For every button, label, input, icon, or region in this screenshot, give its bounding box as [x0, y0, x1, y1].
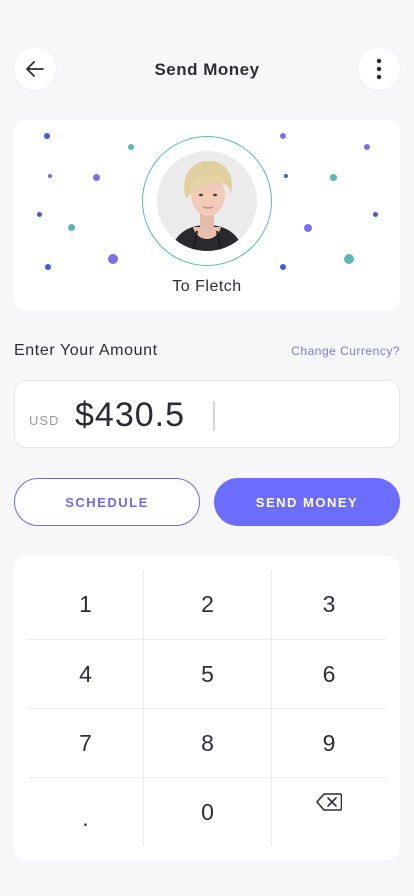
decor-dot — [373, 212, 378, 217]
avatar-photo — [157, 151, 257, 251]
avatar[interactable] — [157, 151, 257, 251]
page-title: Send Money — [154, 60, 260, 79]
key-8[interactable]: 8 — [144, 709, 271, 777]
backspace-key[interactable] — [272, 768, 386, 836]
text-caret — [213, 401, 215, 431]
key-4[interactable]: 4 — [28, 640, 143, 708]
decor-dot — [48, 174, 52, 178]
avatar-ring — [142, 136, 272, 266]
decor-dot — [280, 264, 286, 270]
more-vertical-icon — [376, 58, 382, 80]
decor-dot — [304, 224, 312, 232]
more-options-button[interactable] — [358, 48, 400, 90]
recipient-name: To Fletch — [172, 278, 242, 295]
decor-dot — [364, 144, 370, 150]
currency-code: USD — [29, 413, 60, 428]
recipient-card: To Fletch — [14, 120, 400, 310]
decor-dot — [108, 254, 118, 264]
key-decimal[interactable]: . — [28, 778, 143, 846]
key-7[interactable]: 7 — [28, 709, 143, 777]
schedule-button[interactable]: SCHEDULE — [14, 478, 200, 526]
decor-dot — [128, 144, 134, 150]
decor-dot — [330, 174, 337, 181]
amount-label: Enter Your Amount — [14, 342, 158, 359]
key-6[interactable]: 6 — [272, 640, 386, 708]
decor-dot — [280, 133, 286, 139]
decor-dot — [37, 212, 42, 217]
key-2[interactable]: 2 — [144, 570, 271, 639]
amount-input[interactable] — [75, 395, 215, 435]
backspace-icon — [316, 793, 342, 811]
key-0[interactable]: 0 — [144, 778, 271, 846]
key-1[interactable]: 1 — [28, 570, 143, 639]
decor-dot — [44, 133, 50, 139]
key-9[interactable]: 9 — [272, 709, 386, 777]
send-money-button[interactable]: SEND MONEY — [214, 478, 400, 526]
amount-field[interactable]: USD — [14, 380, 400, 448]
key-3[interactable]: 3 — [272, 570, 386, 639]
decor-dot — [45, 264, 51, 270]
key-5[interactable]: 5 — [144, 640, 271, 708]
decor-dot — [344, 254, 354, 264]
decor-dot — [284, 174, 288, 178]
decor-dot — [93, 174, 100, 181]
change-currency-link[interactable]: Change Currency? — [291, 344, 400, 358]
decor-dot — [68, 224, 75, 231]
numeric-keypad: 1 2 3 4 5 6 7 8 9 . 0 — [14, 556, 400, 860]
